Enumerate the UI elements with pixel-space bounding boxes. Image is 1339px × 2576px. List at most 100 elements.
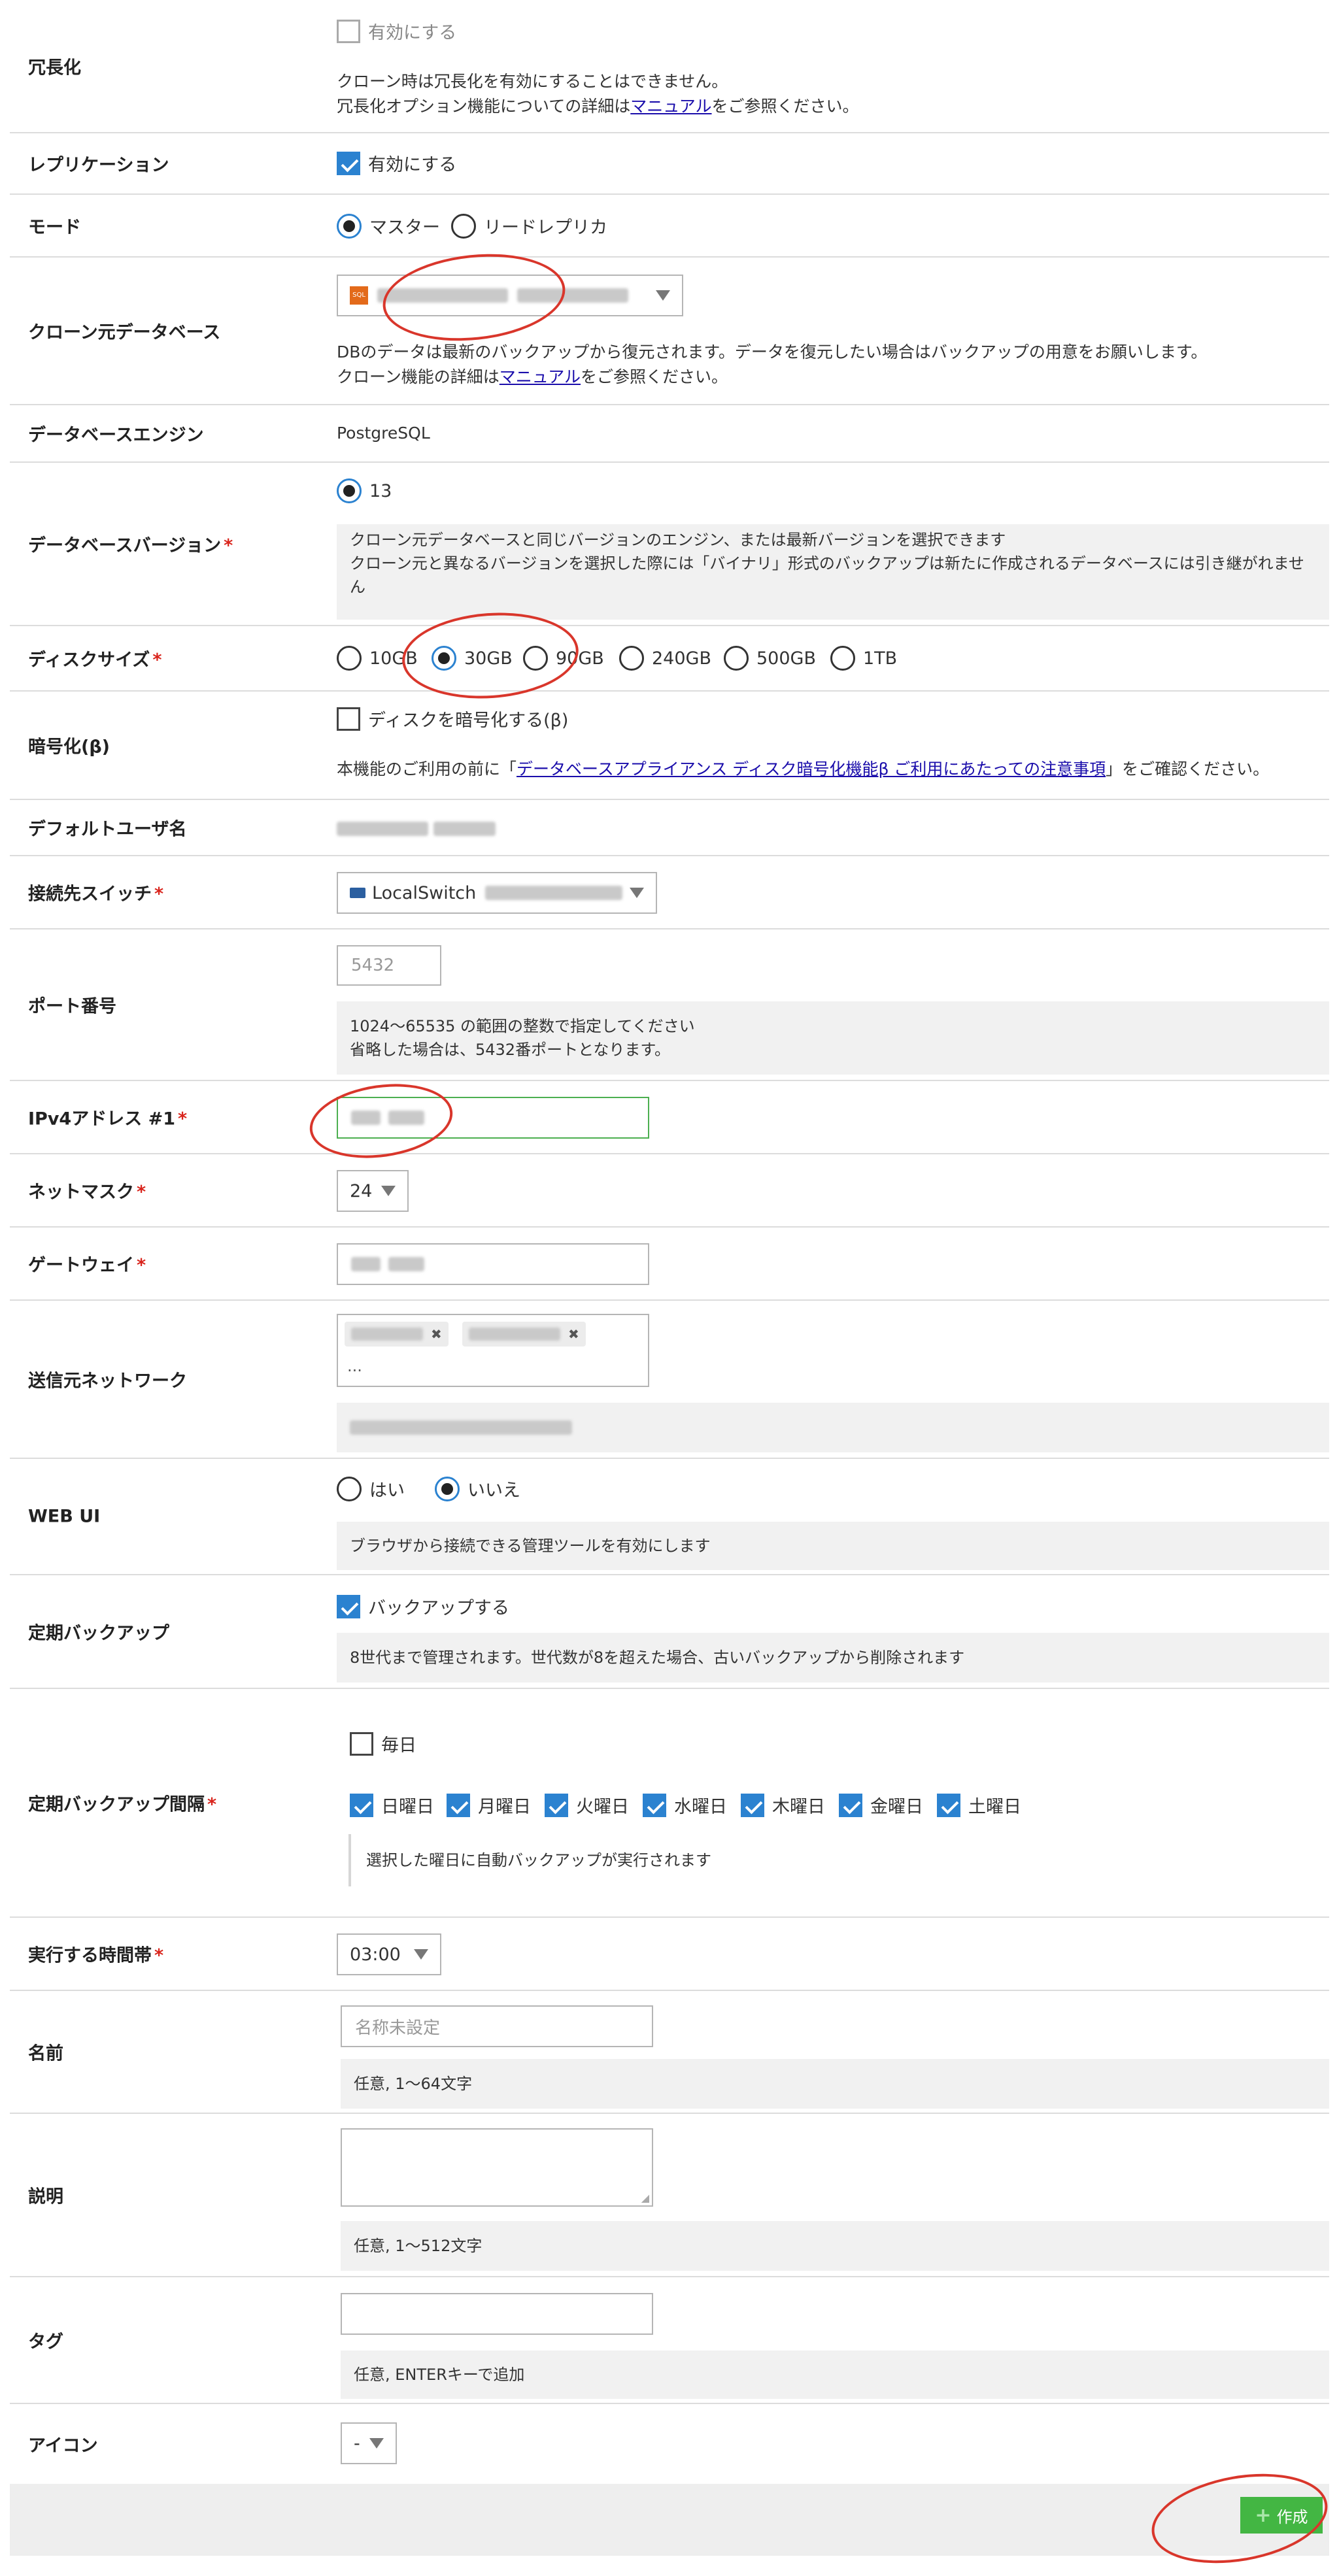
chevron-down-icon: [630, 888, 644, 898]
name-label: 名前: [28, 2043, 63, 2064]
backup-interval-label: 定期バックアップ間隔 *: [28, 1794, 217, 1815]
webui-yes-circle[interactable]: [337, 1476, 362, 1501]
redundancy-checkbox-label: 有効にする: [368, 23, 457, 43]
replication-checkbox[interactable]: 有効にする: [337, 150, 456, 176]
redundancy-checkbox[interactable]: 有効にする: [337, 18, 456, 44]
webui-no-radio[interactable]: いいえ: [435, 1476, 520, 1501]
db-version-help-2: クローン元と異なるバージョンを選択した際には「バイナリ」形式のバックアップは新た…: [350, 554, 1304, 573]
day-friday-box[interactable]: [839, 1793, 862, 1817]
backup-checkbox-box[interactable]: [337, 1594, 360, 1618]
daily-checkbox-box[interactable]: [350, 1731, 373, 1756]
netmask-value: 24: [350, 1180, 373, 1201]
description-help: 任意, 1〜512文字: [341, 2221, 1329, 2271]
disk-240gb-radio[interactable]: 240GB: [619, 646, 711, 671]
disk-10gb-circle[interactable]: [337, 646, 362, 671]
replication-checkbox-box[interactable]: [337, 151, 360, 175]
port-input[interactable]: 5432: [337, 945, 441, 986]
backup-interval-help: 選択した曜日に自動バックアップが実行されます: [366, 1851, 711, 1869]
day-thursday-box[interactable]: [741, 1793, 764, 1817]
disk-500gb-circle[interactable]: [724, 646, 749, 671]
source-network-chip-2: ✖: [462, 1322, 586, 1347]
day-wednesday-box[interactable]: [643, 1793, 666, 1817]
name-help: 任意, 1〜64文字: [341, 2059, 1329, 2109]
row-port: ポート番号 5432 1024〜65535 の範囲の整数で指定してください 省略…: [10, 929, 1329, 1081]
day-saturday-box[interactable]: [937, 1793, 960, 1817]
remove-icon[interactable]: ✖: [568, 1326, 579, 1342]
webui-help: ブラウザから接続できる管理ツールを有効にします: [337, 1522, 1329, 1570]
port-label: ポート番号: [28, 996, 116, 1017]
redundancy-manual-link[interactable]: マニュアル: [630, 97, 711, 116]
disk-240gb-label: 240GB: [652, 648, 711, 669]
disk-1tb-circle[interactable]: [830, 646, 855, 671]
mode-master-radio[interactable]: マスター: [337, 213, 440, 239]
encryption-checkbox[interactable]: ディスクを暗号化する(β): [337, 706, 568, 731]
backup-checkbox-label: バックアップする: [368, 1598, 509, 1618]
disk-500gb-radio[interactable]: 500GB: [724, 646, 816, 671]
source-network-input[interactable]: ✖ ✖ ...: [337, 1314, 649, 1387]
mode-replica-radio[interactable]: リードレプリカ: [451, 213, 607, 239]
clone-manual-link[interactable]: マニュアル: [500, 367, 581, 386]
port-placeholder: 5432: [351, 956, 395, 975]
row-replication: レプリケーション 有効にする: [10, 133, 1329, 195]
day-saturday-checkbox[interactable]: 土曜日: [937, 1792, 1021, 1818]
default-user-value-redacted: [337, 821, 496, 841]
encryption-notice-link[interactable]: データベースアプライアンス ディスク暗号化機能β ご利用にあたっての注意事項: [517, 760, 1106, 778]
remove-icon[interactable]: ✖: [431, 1326, 442, 1342]
day-tuesday-label: 火曜日: [576, 1797, 629, 1817]
row-icon: アイコン -: [10, 2404, 1329, 2484]
day-sunday-box[interactable]: [350, 1793, 373, 1817]
engine-value: PostgreSQL: [337, 424, 430, 443]
daily-checkbox[interactable]: 毎日: [350, 1731, 416, 1756]
mode-replica-label: リードレプリカ: [484, 218, 607, 238]
day-thursday-label: 木曜日: [772, 1797, 825, 1817]
description-textarea[interactable]: ◢: [341, 2128, 653, 2207]
disk-240gb-circle[interactable]: [619, 646, 644, 671]
netmask-select[interactable]: 24: [337, 1170, 409, 1212]
webui-yes-radio[interactable]: はい: [337, 1476, 405, 1501]
form-footer: + 作成: [10, 2484, 1329, 2556]
clone-source-note-2: クローン機能の詳細はマニュアルをご参照ください。: [337, 367, 728, 386]
day-tuesday-box[interactable]: [545, 1793, 568, 1817]
netmask-label: ネットマスク *: [28, 1182, 146, 1203]
encryption-checkbox-box[interactable]: [337, 707, 360, 731]
mode-label: モード: [28, 217, 81, 238]
day-monday-box[interactable]: [447, 1793, 470, 1817]
webui-no-circle[interactable]: [435, 1476, 460, 1501]
clone-source-note-1: DBのデータは最新のバックアップから復元されます。データを復元したい場合はバック…: [337, 343, 1208, 361]
db-version-help-1: クローン元データベースと同じバージョンのエンジン、または最新バージョンを選択でき…: [350, 531, 1006, 549]
resize-handle-icon[interactable]: ◢: [641, 2192, 649, 2204]
backup-checkbox[interactable]: バックアップする: [337, 1594, 509, 1619]
db-version-13-radio-circle[interactable]: [337, 478, 362, 503]
switch-select[interactable]: LocalSwitch: [337, 872, 657, 914]
day-saturday-label: 土曜日: [968, 1797, 1021, 1817]
mode-replica-radio-circle[interactable]: [451, 213, 476, 239]
replication-checkbox-label: 有効にする: [368, 155, 457, 175]
row-redundancy: 冗長化 有効にする クローン時は冗長化を有効にすることはできません。 冗長化オプ…: [10, 0, 1329, 133]
tags-input[interactable]: [341, 2293, 653, 2335]
day-sunday-checkbox[interactable]: 日曜日: [350, 1792, 434, 1818]
port-help: 1024〜65535 の範囲の整数で指定してください 省略した場合は、5432番…: [337, 1001, 1329, 1075]
time-label: 実行する時間帯 *: [28, 1945, 164, 1966]
day-monday-checkbox[interactable]: 月曜日: [447, 1792, 531, 1818]
day-wednesday-checkbox[interactable]: 水曜日: [643, 1792, 727, 1818]
db-version-help-3: ん: [350, 578, 365, 596]
time-select[interactable]: 03:00: [337, 1933, 441, 1975]
row-switch: 接続先スイッチ * LocalSwitch: [10, 856, 1329, 929]
row-disk: ディスクサイズ * 10GB 30GB 90GB 240GB 500GB 1TB: [10, 607, 1329, 705]
redundancy-checkbox-box[interactable]: [337, 19, 360, 43]
gateway-label: ゲートウェイ *: [28, 1255, 146, 1276]
mode-master-radio-circle[interactable]: [337, 213, 362, 239]
replication-label: レプリケーション: [28, 155, 169, 176]
gateway-input[interactable]: [337, 1243, 649, 1285]
disk-1tb-radio[interactable]: 1TB: [830, 646, 897, 671]
name-input[interactable]: 名称未設定: [341, 2005, 653, 2047]
day-tuesday-checkbox[interactable]: 火曜日: [545, 1792, 629, 1818]
icon-select[interactable]: -: [341, 2422, 397, 2464]
day-monday-label: 月曜日: [478, 1797, 531, 1817]
db-version-13-radio[interactable]: 13: [337, 478, 392, 503]
backup-label: 定期バックアップ: [28, 1623, 169, 1644]
clone-source-label: クローン元データベース: [28, 322, 221, 343]
annotation-circle: [305, 1075, 458, 1167]
day-thursday-checkbox[interactable]: 木曜日: [741, 1792, 825, 1818]
day-friday-checkbox[interactable]: 金曜日: [839, 1792, 923, 1818]
